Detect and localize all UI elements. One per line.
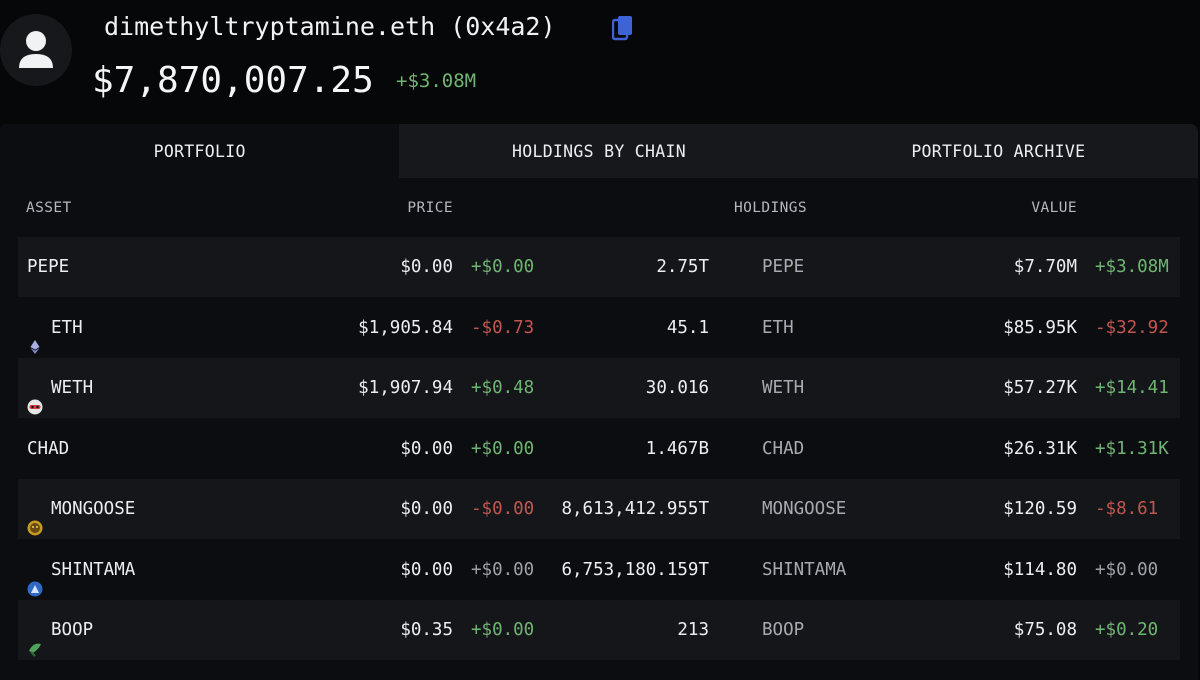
asset-value: $57.27K (1003, 378, 1077, 398)
shintama-icon (27, 562, 43, 596)
asset-price: $0.00 (400, 257, 453, 277)
asset-row-boop[interactable]: BOOP $0.35 +$0.00 213 BOOP $75.08 +$0.20 (18, 600, 1180, 660)
asset-row-mongoose[interactable]: MONGOOSE $0.00 -$0.00 8,613,412.955T MONGOOS… (18, 479, 1180, 539)
asset-holdings-symbol: MONGOOSE (762, 499, 847, 519)
asset-price-change: +$0.00 (471, 559, 535, 580)
tab-portfolio[interactable]: PORTFOLIO (0, 124, 400, 178)
asset-holdings-symbol: CHAD (762, 438, 805, 459)
asset-holdings-symbol: PEPE (762, 257, 805, 277)
user-avatar (0, 14, 72, 86)
asset-price-change: +$0.00 (471, 257, 535, 277)
asset-holdings-symbol: ETH (762, 317, 794, 338)
asset-price: $0.00 (400, 438, 453, 459)
asset-holdings-symbol: SHINTAMA (762, 559, 847, 580)
asset-value: $7.70M (1013, 257, 1077, 277)
asset-symbol: ETH (51, 317, 83, 338)
asset-symbol: WETH (51, 378, 94, 398)
asset-value-change: +$3.08M (1095, 257, 1169, 277)
tab-bar: PORTFOLIO HOLDINGS BY CHAIN PORTFOLIO AR… (0, 124, 1198, 178)
user-avatar-icon (19, 31, 53, 68)
asset-price: $1,905.84 (358, 317, 453, 338)
asset-row-pepe[interactable]: PEPE $0.00 +$0.00 2.75T PEPE $7.70M +$3.08M (18, 237, 1180, 297)
asset-price: $1,907.94 (358, 378, 453, 398)
asset-holdings-symbol: WETH (762, 378, 805, 398)
wallet-name: dimethyltryptamine.eth (0x4a2) (104, 12, 556, 41)
column-header-asset[interactable]: ASSET (26, 200, 72, 216)
asset-holdings-amount: 213 (677, 620, 709, 640)
asset-value-change: +$0.20 (1095, 620, 1159, 640)
asset-name: SHINTAMA (27, 540, 135, 600)
asset-holdings-amount: 30.016 (645, 378, 709, 398)
asset-price: $0.00 (400, 559, 453, 580)
asset-row-shintama[interactable]: SHINTAMA $0.00 +$0.00 6,753,180.159T SHINTAM… (18, 540, 1180, 600)
column-header-price[interactable]: PRICE (407, 200, 453, 216)
boop-icon (27, 622, 43, 657)
asset-value-change: -$32.92 (1095, 317, 1169, 338)
asset-name: MONGOOSE (27, 479, 135, 539)
asset-holdings-amount: 6,753,180.159T (561, 559, 709, 580)
asset-holdings-symbol: BOOP (762, 620, 805, 640)
asset-value-change: +$14.41 (1095, 378, 1169, 398)
asset-price-change: +$0.00 (471, 438, 535, 459)
column-header-value[interactable]: VALUE (1031, 200, 1077, 216)
asset-name: BOOP (27, 600, 93, 660)
asset-name: CHAD (27, 419, 69, 479)
asset-value: $85.95K (1003, 317, 1077, 338)
portfolio-total-change: +$3.08M (396, 70, 477, 92)
asset-price-change: +$0.48 (471, 378, 535, 398)
asset-row-weth[interactable]: WETH $1,907.94 +$0.48 30.016 WETH $57.27K +$14… (18, 358, 1180, 418)
asset-name: WETH (27, 358, 93, 418)
eth-icon (27, 320, 43, 354)
asset-symbol: CHAD (27, 438, 70, 459)
asset-holdings-amount: 8,613,412.955T (561, 499, 709, 519)
asset-value: $26.31K (1003, 438, 1077, 459)
asset-symbol: BOOP (51, 620, 94, 640)
asset-price-change: -$0.00 (471, 499, 535, 519)
asset-value: $114.80 (1003, 559, 1077, 580)
asset-symbol: PEPE (27, 257, 70, 277)
tab-portfolio-archive[interactable]: PORTFOLIO ARCHIVE (798, 124, 1198, 178)
asset-value: $120.59 (1003, 499, 1077, 519)
asset-row-eth[interactable]: ETH $1,905.84 -$0.73 45.1 ETH $85.95K -$32.92 (18, 298, 1180, 358)
portfolio-panel: PORTFOLIO HOLDINGS BY CHAIN PORTFOLIO AR… (0, 124, 1198, 680)
weth-icon (27, 380, 43, 415)
asset-symbol: SHINTAMA (51, 559, 136, 580)
asset-value: $75.08 (1013, 620, 1077, 640)
asset-row-chad[interactable]: CHAD $0.00 +$0.00 1.467B CHAD $26.31K +$1.31K (18, 419, 1180, 479)
asset-name: PEPE (27, 237, 69, 297)
asset-holdings-amount: 2.75T (656, 257, 709, 277)
asset-price-change: -$0.73 (471, 317, 535, 338)
asset-price: $0.00 (400, 499, 453, 519)
asset-holdings-amount: 45.1 (666, 317, 709, 338)
asset-holdings-amount: 1.467B (645, 438, 709, 459)
column-header-holdings[interactable]: HOLDINGS (734, 200, 807, 216)
tab-holdings-by-chain[interactable]: HOLDINGS BY CHAIN (399, 124, 799, 178)
asset-price: $0.35 (400, 620, 453, 640)
asset-value-change: +$1.31K (1095, 438, 1169, 459)
asset-value-change: +$0.00 (1095, 559, 1159, 580)
copy-icon[interactable] (612, 15, 634, 41)
asset-name: ETH (27, 298, 83, 358)
portfolio-total-value: $7,870,007.25 (92, 60, 374, 101)
asset-symbol: MONGOOSE (51, 499, 136, 519)
asset-value-change: -$8.61 (1095, 499, 1159, 519)
mongoose-icon (27, 501, 43, 536)
asset-price-change: +$0.00 (471, 620, 535, 640)
